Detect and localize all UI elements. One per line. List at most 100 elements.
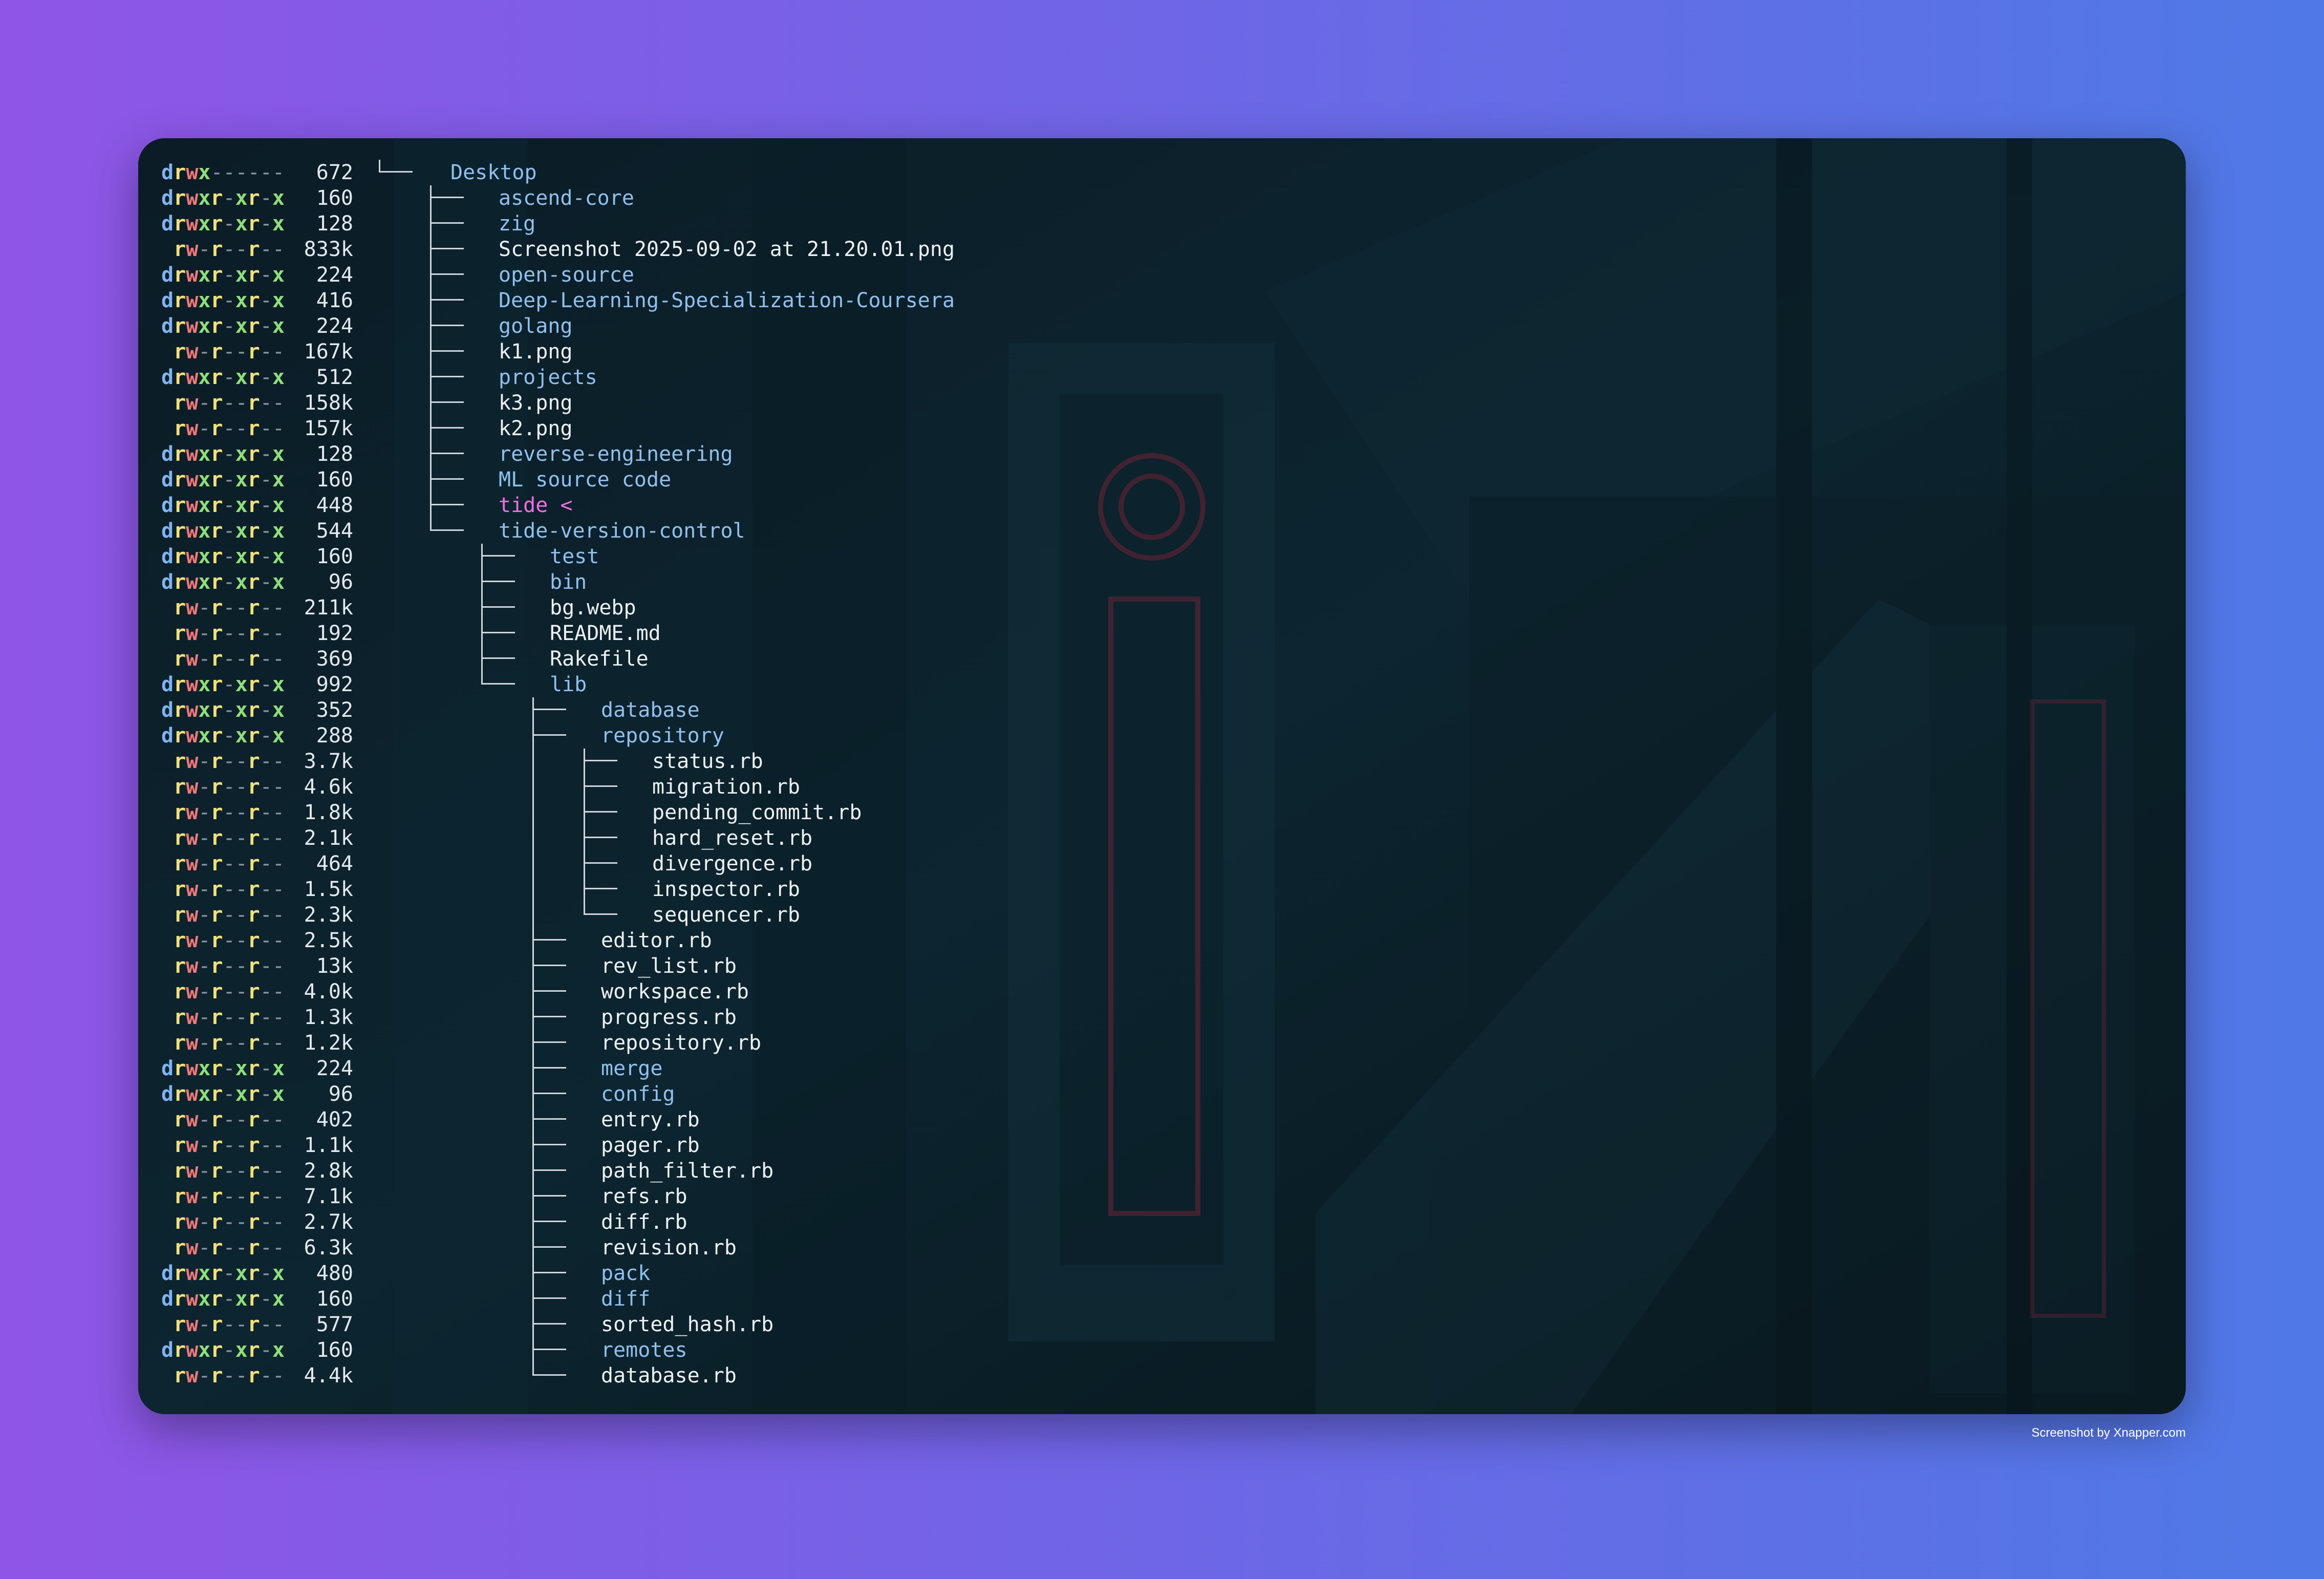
list-item[interactable]: drwxr-xr-x 288 repository <box>138 723 1367 749</box>
file-size: 96 <box>328 1082 353 1106</box>
list-item[interactable]: .rw-r--r-- 1.2k repository.rb <box>138 1030 1367 1056</box>
list-item[interactable]: .rw-r--r-- 7.1k refs.rb <box>138 1184 1367 1209</box>
list-item[interactable]: drwxr-xr-x 160 ML source code <box>138 467 1367 493</box>
list-item[interactable]: .rw-r--r-- 833k Screenshot 2025-09-02 at 2… <box>138 237 1367 262</box>
tree-branch-connector <box>584 877 617 889</box>
file-name: rev_list.rb <box>601 954 737 978</box>
list-item[interactable]: .rw-r--r-- 13k rev_list.rb <box>138 953 1367 979</box>
list-item[interactable]: drwxr-xr-x 224 open-source <box>138 262 1367 288</box>
list-item[interactable]: .rw-r--r-- 577 sorted_hash.rb <box>138 1312 1367 1337</box>
tree-guide-line <box>430 185 432 531</box>
tree-guide-line <box>584 749 585 915</box>
list-item[interactable]: drwxr-xr-x 416 Deep-Learning-Specializatio… <box>138 288 1367 313</box>
list-item[interactable]: .rw-r--r-- 2.5k editor.rb <box>138 928 1367 953</box>
tree-branch-connector <box>430 518 464 531</box>
list-item[interactable]: .rw-r--r-- 1.1k pager.rb <box>138 1133 1367 1158</box>
list-item[interactable]: drwxr-xr-x 160 ascend-core <box>138 185 1367 211</box>
permission-string: .rw-r--r-- <box>174 391 285 415</box>
list-item[interactable]: .rw-r--r-- 167k k1.png <box>138 339 1367 365</box>
permission-string: .rw-r--r-- <box>174 1236 285 1260</box>
list-item[interactable]: .rw-r--r-- 1.3k progress.rb <box>138 1005 1367 1030</box>
tree-branch-connector <box>430 441 464 454</box>
file-size: 544 <box>316 519 353 543</box>
permission-string: drwxr-xr-x <box>161 366 285 389</box>
list-item[interactable]: .rw-r--r-- 211k bg.webp <box>138 595 1367 621</box>
list-item[interactable]: drwxr-xr-x 992 lib <box>138 672 1367 697</box>
list-item[interactable]: drwxr-xr-x 128 zig <box>138 211 1367 237</box>
list-item[interactable]: .rw-r--r-- 4.6k migration.rb <box>138 774 1367 800</box>
tree-branch-connector <box>430 390 464 403</box>
list-item[interactable]: drwxr-xr-x 128 reverse-engineering <box>138 441 1367 467</box>
permission-string: drwxr-xr-x <box>161 468 285 492</box>
list-item[interactable]: drwxr-xr-x 352 database <box>138 697 1367 723</box>
tree-branch-connector <box>532 1363 566 1376</box>
permission-string: .rw-r--r-- <box>174 622 285 645</box>
list-item[interactable]: .rw-r--r-- 6.3k revision.rb <box>138 1235 1367 1261</box>
list-item[interactable]: drwxr-xr-x 544 tide-version-control <box>138 518 1367 544</box>
file-size: 2.7k <box>304 1210 353 1234</box>
file-size: 352 <box>316 698 353 722</box>
directory-name: diff <box>601 1287 651 1311</box>
list-item[interactable]: .rw-r--r-- 158k k3.png <box>138 390 1367 416</box>
tree-branch-connector <box>481 672 515 685</box>
file-size: 224 <box>316 1057 353 1080</box>
directory-name: tide < <box>499 494 573 517</box>
file-size: 2.5k <box>304 929 353 952</box>
directory-name: ML source code <box>499 468 672 492</box>
list-item[interactable]: .rw-r--r-- 2.1k hard_reset.rb <box>138 825 1367 851</box>
permission-string: .rw-r--r-- <box>174 1159 285 1183</box>
tree-branch-connector <box>584 800 617 813</box>
permission-string: .rw-r--r-- <box>174 647 285 671</box>
list-item[interactable]: .rw-r--r-- 2.3k sequencer.rb <box>138 902 1367 928</box>
list-item[interactable]: .rw-r--r-- 1.5k inspector.rb <box>138 877 1367 902</box>
file-size: 96 <box>328 570 353 594</box>
list-item[interactable]: drwxr-xr-x 160 test <box>138 544 1367 569</box>
permission-string: drwxr-xr-x <box>161 1082 285 1106</box>
list-item[interactable]: drwxr-xr-x 512 projects <box>138 365 1367 390</box>
file-size: 1.1k <box>304 1134 353 1157</box>
list-item[interactable]: .rw-r--r-- 192 README.md <box>138 621 1367 646</box>
permission-string: drwxr-xr-x <box>161 673 285 696</box>
list-item[interactable]: drwxr-xr-x 480 pack <box>138 1261 1367 1286</box>
list-item[interactable]: drwxr-xr-x 160 remotes <box>138 1337 1367 1363</box>
file-name: entry.rb <box>601 1108 700 1132</box>
list-item[interactable]: drwx------ 672 Desktop <box>138 160 1367 185</box>
file-size: 1.5k <box>304 878 353 901</box>
list-item[interactable]: .rw-r--r-- 1.8k pending_commit.rb <box>138 800 1367 825</box>
watermark-caption: Screenshot by Xnapper.com <box>2031 1426 2186 1440</box>
file-size: 157k <box>304 417 353 440</box>
list-item[interactable]: .rw-r--r-- 2.7k diff.rb <box>138 1209 1367 1235</box>
file-size: 128 <box>316 442 353 466</box>
file-size: 512 <box>316 366 353 389</box>
tree-branch-connector <box>532 1312 566 1325</box>
list-item[interactable]: .rw-r--r-- 369 Rakefile <box>138 646 1367 672</box>
list-item[interactable]: .rw-r--r-- 464 divergence.rb <box>138 851 1367 877</box>
permission-string: .rw-r--r-- <box>174 1313 285 1336</box>
list-item[interactable]: drwxr-xr-x 224 golang <box>138 313 1367 339</box>
list-item[interactable]: .rw-r--r-- 3.7k status.rb <box>138 749 1367 774</box>
permission-string: .rw-r--r-- <box>174 1185 285 1208</box>
list-item[interactable]: .rw-r--r-- 4.0k workspace.rb <box>138 979 1367 1005</box>
directory-name: zig <box>499 212 536 236</box>
tree-branch-connector <box>532 1056 566 1069</box>
list-item[interactable]: drwxr-xr-x 160 diff <box>138 1286 1367 1312</box>
file-size: 2.8k <box>304 1159 353 1183</box>
file-size: 167k <box>304 340 353 364</box>
tree-branch-connector <box>430 365 464 377</box>
file-name: Screenshot 2025-09-02 at 21.20.01.png <box>499 238 955 261</box>
terminal-window[interactable]: drwx------ 672 Desktop drwxr-xr-x 160 ascend-… <box>138 138 2186 1414</box>
directory-name: open-source <box>499 263 634 287</box>
tree-branch-connector <box>532 723 566 736</box>
permission-string: .rw-r--r-- <box>174 417 285 440</box>
list-item[interactable]: drwxr-xr-x 96 bin <box>138 569 1367 595</box>
tree-branch-connector <box>430 493 464 505</box>
list-item[interactable]: .rw-r--r-- 402 entry.rb <box>138 1107 1367 1133</box>
list-item[interactable]: .rw-r--r-- 2.8k path_filter.rb <box>138 1158 1367 1184</box>
file-name: diff.rb <box>601 1210 687 1234</box>
file-size: 416 <box>316 289 353 312</box>
list-item[interactable]: .rw-r--r-- 4.4k database.rb <box>138 1363 1367 1389</box>
list-item[interactable]: .rw-r--r-- 157k k2.png <box>138 416 1367 441</box>
list-item[interactable]: drwxr-xr-x 224 merge <box>138 1056 1367 1081</box>
list-item[interactable]: drwxr-xr-x 96 config <box>138 1081 1367 1107</box>
list-item[interactable]: drwxr-xr-x 448 tide < <box>138 493 1367 518</box>
